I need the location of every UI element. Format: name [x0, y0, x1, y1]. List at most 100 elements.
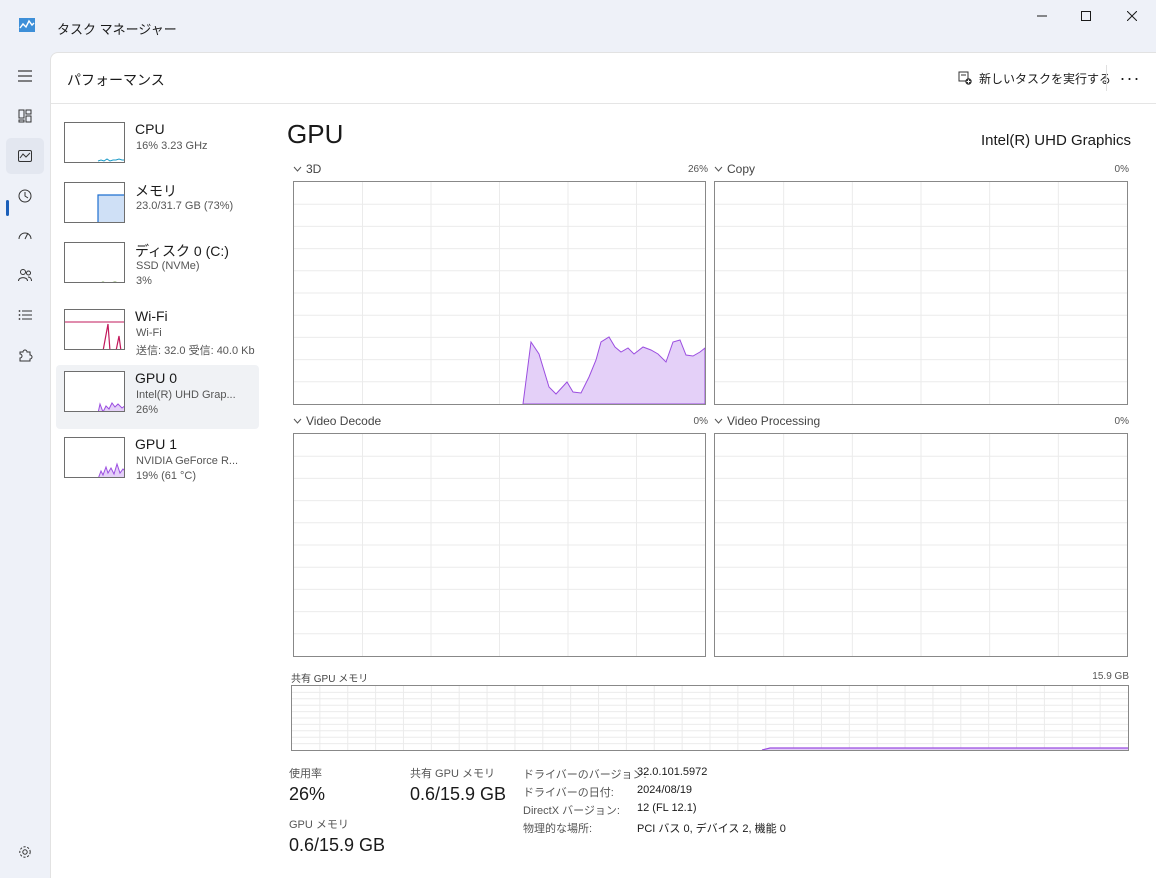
more-dots-icon: ··· — [1119, 67, 1141, 88]
minimize-icon — [1037, 15, 1047, 17]
engine-selector-copy[interactable]: Copy — [714, 162, 755, 176]
engine-percent: 26% — [687, 164, 708, 175]
hamburger-menu-button[interactable] — [6, 58, 44, 94]
engine-percent: 0% — [1114, 164, 1129, 175]
driver-version-value: 32.0.101.5972 — [637, 766, 708, 778]
device-stat-secondary: 3% — [136, 275, 152, 287]
engine-graph-video-processing — [714, 433, 1128, 657]
disk-thumbnail — [64, 242, 125, 283]
engine-graph-video-decode — [293, 433, 706, 657]
utilization-label: 使用率 — [289, 768, 322, 780]
engine-selector-3d[interactable]: 3D — [293, 162, 321, 176]
gpu-memory-value: 0.6/15.9 GB — [289, 835, 386, 855]
title-bar: タスク マネージャー — [0, 0, 1156, 52]
minimize-button[interactable] — [1019, 0, 1065, 32]
device-stat: Wi-Fi — [136, 327, 162, 339]
device-stat: 23.0/31.7 GB (73%) — [136, 200, 234, 212]
nav-processes[interactable] — [6, 98, 44, 134]
main-panel: パフォーマンス 新しいタスクを実行する ··· CPU 16% 3.23 GHz… — [50, 52, 1156, 878]
window-title: タスク マネージャー — [57, 22, 177, 37]
engine-percent: 0% — [1114, 416, 1129, 427]
device-stat: NVIDIA GeForce R... — [136, 455, 239, 467]
device-stat-secondary: 26% — [136, 404, 159, 416]
processes-grid-icon — [18, 109, 32, 123]
engine-percent: 0% — [693, 416, 708, 427]
users-icon — [18, 269, 32, 282]
driver-date-key: ドライバーの日付: — [523, 787, 614, 799]
gpu0-thumbnail — [64, 371, 125, 412]
hamburger-icon — [18, 70, 32, 82]
engine-label: Copy — [727, 162, 756, 176]
chevron-down-icon — [293, 166, 302, 172]
nav-app-history[interactable] — [6, 178, 44, 214]
chevron-down-icon — [714, 166, 723, 172]
driver-date-value: 2024/08/19 — [637, 784, 693, 796]
engine-label: Video Processing — [727, 414, 821, 428]
run-new-task-button[interactable]: 新しいタスクを実行する — [950, 63, 1119, 93]
performance-chart-icon — [18, 150, 32, 162]
maximize-button[interactable] — [1063, 0, 1109, 32]
services-puzzle-icon — [19, 349, 33, 362]
history-icon — [18, 189, 32, 203]
gpu-memory-label: GPU メモリ — [289, 819, 349, 831]
close-button[interactable] — [1109, 0, 1155, 32]
page-title: パフォーマンス — [67, 72, 165, 88]
nav-rail — [0, 52, 50, 878]
utilization-value: 26% — [289, 784, 326, 804]
startup-gauge-icon — [18, 232, 32, 240]
close-icon — [1127, 11, 1137, 21]
device-gpu-1[interactable]: GPU 1 NVIDIA GeForce R... 19% (61 °C) — [56, 431, 259, 495]
directx-version-value: 12 (FL 12.1) — [637, 802, 697, 814]
engine-selector-video-decode[interactable]: Video Decode — [293, 414, 381, 428]
shared-memory-graph — [291, 685, 1129, 751]
memory-thumbnail — [64, 182, 125, 223]
device-stat: SSD (NVMe) — [136, 260, 200, 272]
driver-version-key: ドライバーのバージョン: — [523, 769, 647, 781]
physical-location-key: 物理的な場所: — [523, 823, 593, 835]
device-stat: Intel(R) UHD Grap... — [136, 389, 236, 401]
directx-version-key: DirectX バージョン: — [523, 805, 620, 817]
details-list-icon — [18, 310, 32, 320]
device-wifi[interactable]: Wi-Fi Wi-Fi 送信: 32.0 受信: 40.0 Kb — [56, 303, 259, 367]
nav-services[interactable] — [6, 337, 44, 373]
shared-memory-stat-value: 0.6/15.9 GB — [410, 784, 507, 804]
shared-memory-max: 15.9 GB — [1092, 671, 1129, 682]
maximize-icon — [1081, 11, 1091, 21]
device-stat-secondary: 送信: 32.0 受信: 40.0 Kb — [136, 345, 255, 357]
device-name: GPU 0 — [135, 370, 178, 386]
header-divider — [1106, 65, 1107, 91]
device-name: Wi-Fi — [135, 308, 168, 324]
gpu-model-name: Intel(R) UHD Graphics — [980, 132, 1131, 149]
nav-users[interactable] — [6, 257, 44, 293]
device-disk-0[interactable]: ディスク 0 (C:) SSD (NVMe) 3% — [56, 236, 259, 300]
device-name: GPU 1 — [135, 436, 178, 452]
device-gpu-0[interactable]: GPU 0 Intel(R) UHD Grap... 26% — [56, 365, 259, 429]
device-name: ディスク 0 (C:) — [135, 243, 229, 259]
wifi-thumbnail — [64, 309, 125, 350]
run-task-icon — [958, 71, 972, 85]
shared-memory-label: 共有 GPU メモリ — [291, 674, 369, 685]
page-header: パフォーマンス 新しいタスクを実行する ··· — [51, 53, 1156, 104]
device-memory[interactable]: メモリ 23.0/31.7 GB (73%) — [56, 176, 259, 240]
nav-details[interactable] — [6, 297, 44, 333]
chevron-down-icon — [293, 418, 302, 424]
engine-graph-copy — [714, 181, 1128, 405]
task-manager-app-icon — [19, 18, 35, 32]
engine-label: Video Decode — [306, 414, 382, 428]
device-stat: 16% 3.23 GHz — [136, 140, 208, 152]
chevron-down-icon — [714, 418, 723, 424]
physical-location-value: PCI バス 0, デバイス 2, 機能 0 — [637, 823, 786, 835]
engine-label: 3D — [306, 162, 322, 176]
cpu-thumbnail — [64, 122, 125, 163]
nav-performance[interactable] — [6, 138, 44, 174]
more-options-button[interactable]: ··· — [1115, 63, 1145, 93]
engine-graph-3d — [293, 181, 706, 405]
nav-startup[interactable] — [6, 217, 44, 253]
device-cpu[interactable]: CPU 16% 3.23 GHz — [56, 116, 259, 180]
run-new-task-label: 新しいタスクを実行する — [979, 71, 1112, 86]
gpu1-thumbnail — [64, 437, 125, 478]
settings-gear-icon — [19, 846, 31, 858]
engine-selector-video-processing[interactable]: Video Processing — [714, 414, 820, 428]
nav-settings[interactable] — [6, 834, 44, 870]
gpu-title: GPU — [287, 119, 344, 149]
